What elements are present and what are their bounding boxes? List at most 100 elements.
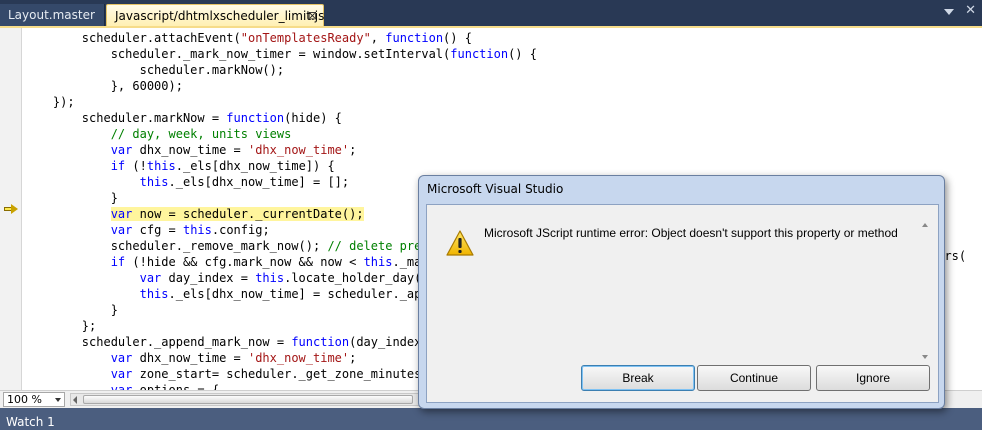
code-line: if (!this._els[dhx_now_time]) { bbox=[24, 158, 335, 174]
code-line: scheduler.markNow = function(hide) { bbox=[24, 110, 342, 126]
horizontal-scrollbar[interactable] bbox=[70, 393, 420, 406]
tab-dhtmlxscheduler-limit-js[interactable]: Javascript/dhtmlxscheduler_limit.js ⊠ bbox=[106, 4, 324, 26]
scroll-down-icon[interactable] bbox=[922, 355, 928, 359]
code-line: scheduler._remove_mark_now(); // delete … bbox=[24, 238, 443, 254]
code-token: ; bbox=[349, 351, 357, 365]
zoom-value: 100 % bbox=[7, 393, 42, 406]
code-token: }; bbox=[24, 319, 97, 333]
error-message: Microsoft JScript runtime error: Object … bbox=[484, 226, 898, 240]
code-token: day_index = bbox=[161, 271, 256, 285]
code-line: this._els[dhx_now_time] = []; bbox=[24, 174, 350, 190]
code-line: scheduler._append_mark_now = function(da… bbox=[24, 334, 443, 350]
code-line: }; bbox=[24, 318, 96, 334]
code-token: scheduler._append_mark_now = bbox=[24, 335, 292, 349]
code-line: this._els[dhx_now_time] = scheduler._app… bbox=[24, 286, 443, 302]
code-token: (hide) { bbox=[284, 111, 342, 125]
zoom-dropdown[interactable]: 100 % bbox=[3, 392, 65, 407]
code-line: var now = scheduler._currentDate(); bbox=[24, 206, 364, 222]
code-line: }); bbox=[24, 94, 75, 110]
watch-panel-header: Watch 1 bbox=[0, 408, 982, 430]
code-token: var bbox=[110, 207, 133, 221]
message-scrollbar[interactable] bbox=[920, 223, 930, 359]
code-token: () { bbox=[443, 31, 472, 45]
tab-label: Javascript/dhtmlxscheduler_limit.js bbox=[115, 9, 325, 23]
ignore-button[interactable]: Ignore bbox=[816, 365, 930, 391]
code-token: 'dhx_now_time' bbox=[247, 143, 350, 157]
dialog-title: Microsoft Visual Studio bbox=[427, 182, 564, 196]
close-window-icon[interactable]: ✕ bbox=[965, 3, 976, 18]
code-token: if bbox=[110, 255, 126, 269]
indicator-margin bbox=[0, 28, 22, 392]
code-token: scheduler._mark_now_timer = window.setIn… bbox=[24, 47, 451, 61]
code-line: var cfg = this.config; bbox=[24, 222, 270, 238]
code-token: var bbox=[110, 367, 133, 381]
code-token: ._els[dhx_now_time] = []; bbox=[168, 175, 350, 189]
code-token: } bbox=[24, 191, 118, 205]
chevron-down-icon[interactable] bbox=[944, 9, 954, 15]
code-token: this bbox=[139, 287, 169, 301]
code-token: this bbox=[146, 159, 176, 173]
code-token: this bbox=[363, 255, 393, 269]
code-token: if bbox=[110, 159, 126, 173]
code-token: ._els[dhx_now_time] = scheduler._appen bbox=[168, 287, 444, 301]
code-token: ; bbox=[349, 143, 357, 157]
code-token: cfg = bbox=[132, 223, 183, 237]
code-token: this bbox=[139, 175, 169, 189]
watch-panel-title: Watch 1 bbox=[6, 415, 55, 429]
message-area: Microsoft JScript runtime error: Object … bbox=[431, 209, 934, 359]
code-line: var day_index = this.locate_holder_day(n… bbox=[24, 270, 443, 286]
code-token: function bbox=[291, 335, 350, 349]
code-token: () { bbox=[508, 47, 537, 61]
code-token: } bbox=[24, 303, 118, 317]
code-token: dhx_now_time = bbox=[132, 143, 248, 157]
code-line: scheduler.markNow(); bbox=[24, 62, 285, 78]
code-line: if (!hide && cfg.mark_now && now < this.… bbox=[24, 254, 443, 270]
code-token: (! bbox=[125, 159, 147, 173]
code-line: scheduler._mark_now_timer = window.setIn… bbox=[24, 46, 537, 62]
code-line: scheduler.attachEvent("onTemplatesReady"… bbox=[24, 30, 472, 46]
code-token: scheduler.attachEvent( bbox=[24, 31, 241, 45]
tab-label: Layout.master bbox=[8, 8, 95, 22]
code-token: function bbox=[226, 111, 285, 125]
error-dialog: Microsoft Visual Studio Microsoft JScrip… bbox=[418, 175, 945, 409]
scroll-left-icon[interactable] bbox=[73, 396, 77, 404]
document-tab-strip: Layout.master Javascript/dhtmlxscheduler… bbox=[0, 0, 982, 26]
code-token: "onTemplatesReady" bbox=[240, 31, 371, 45]
code-token: var bbox=[110, 223, 133, 237]
code-token: (!hide && cfg.mark_now && now < bbox=[125, 255, 364, 269]
warning-icon bbox=[445, 229, 475, 257]
code-line: } bbox=[24, 190, 118, 206]
scroll-up-icon[interactable] bbox=[922, 223, 928, 227]
code-token: var bbox=[110, 143, 133, 157]
code-token: ._els[dhx_now_time]) { bbox=[175, 159, 335, 173]
break-button[interactable]: Break bbox=[581, 365, 695, 391]
scrollbar-thumb[interactable] bbox=[83, 395, 413, 404]
code-line: var dhx_now_time = 'dhx_now_time'; bbox=[24, 350, 357, 366]
code-token: scheduler.markNow = bbox=[24, 111, 227, 125]
code-token: function bbox=[450, 47, 509, 61]
code-line: }, 60000); bbox=[24, 78, 183, 94]
current-statement-arrow-icon bbox=[4, 204, 18, 214]
code-token: this bbox=[182, 223, 212, 237]
chevron-down-icon[interactable] bbox=[55, 398, 61, 402]
code-token: }, 60000); bbox=[24, 79, 183, 93]
continue-button[interactable]: Continue bbox=[697, 365, 811, 391]
code-line: var zone_start= scheduler._get_zone_minu… bbox=[24, 366, 443, 382]
code-token: // day, week, units views bbox=[110, 127, 292, 141]
code-token: var bbox=[110, 351, 133, 365]
code-token: function bbox=[385, 31, 444, 45]
code-token: }); bbox=[24, 95, 75, 109]
tab-layout-master[interactable]: Layout.master bbox=[0, 4, 105, 26]
close-icon[interactable]: ⊠ bbox=[308, 5, 317, 27]
code-token: .config; bbox=[211, 223, 270, 237]
code-line: var dhx_now_time = 'dhx_now_time'; bbox=[24, 142, 357, 158]
